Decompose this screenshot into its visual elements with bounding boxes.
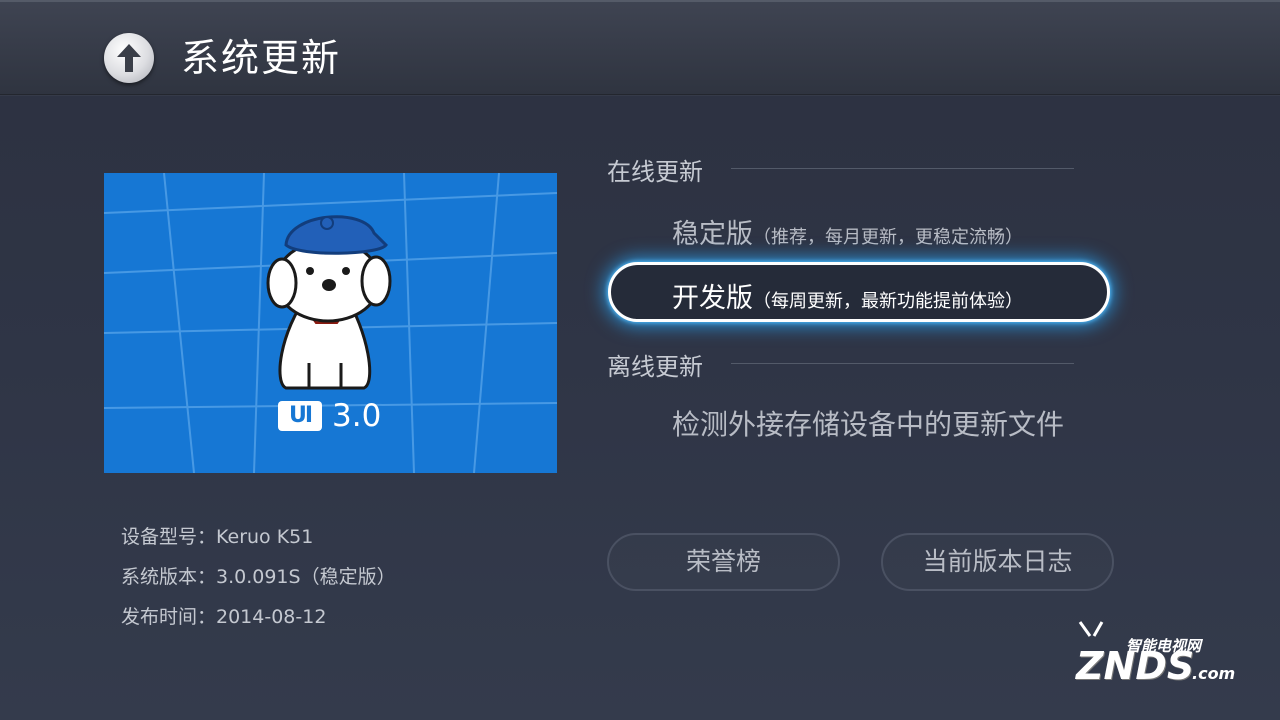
znds-watermark: 智能电视网 ZNDS .com	[1068, 620, 1238, 690]
page-title: 系统更新	[181, 36, 342, 80]
changelog-button[interactable]: 当前版本日志	[881, 533, 1114, 591]
version-badge: UI 3.0	[278, 396, 381, 436]
offline-update-heading: 离线更新	[607, 353, 703, 381]
online-divider	[731, 168, 1074, 169]
dev-label: 开发版	[672, 283, 753, 314]
stable-label: 稳定版	[672, 219, 753, 250]
honor-roll-button[interactable]: 荣誉榜	[607, 533, 840, 591]
dev-desc: （每周更新，最新功能提前体验）	[753, 291, 1023, 312]
stable-desc: （推荐，每月更新，更稳定流畅）	[753, 227, 1023, 248]
device-model: 设备型号：Keruo K51	[121, 526, 314, 548]
version-text: 3.0	[332, 398, 382, 434]
watermark-suffix: .com	[1192, 664, 1236, 683]
back-button[interactable]	[104, 33, 154, 83]
ui-logo-icon: UI	[278, 401, 322, 431]
system-version: 系统版本：3.0.091S（稳定版）	[121, 566, 396, 588]
offline-divider	[731, 363, 1074, 364]
stable-option[interactable]: 稳定版（推荐，每月更新，更稳定流畅）	[672, 212, 1023, 251]
watermark-main-text: ZNDS	[1076, 644, 1195, 688]
up-arrow-icon	[117, 44, 141, 72]
release-date: 发布时间：2014-08-12	[121, 606, 327, 628]
scan-external-storage-option[interactable]: 检测外接存储设备中的更新文件	[672, 403, 1064, 443]
tv-antenna-icon	[1078, 621, 1104, 637]
dev-option[interactable]: 开发版（每周更新，最新功能提前体验）	[672, 276, 1023, 315]
online-update-heading: 在线更新	[607, 158, 703, 186]
header-top-line	[0, 0, 1280, 2]
